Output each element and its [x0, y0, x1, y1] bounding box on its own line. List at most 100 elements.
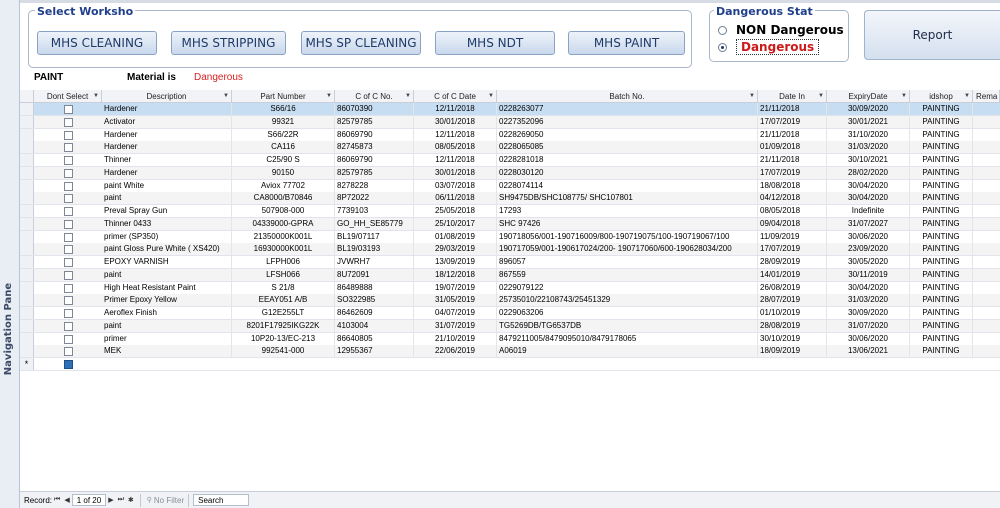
cell-expiry-date[interactable]: 31/07/2020: [827, 319, 910, 332]
cell-idshop[interactable]: PAINTING: [910, 243, 973, 256]
cell-date-in[interactable]: 26/08/2019: [758, 281, 827, 294]
cell-date-in[interactable]: 30/10/2019: [758, 332, 827, 345]
cell-cofc-date[interactable]: 08/05/2018: [414, 141, 497, 154]
dont-select-checkbox[interactable]: [64, 181, 73, 191]
cell-idshop[interactable]: PAINTING: [910, 268, 973, 281]
cell-idshop[interactable]: PAINTING: [910, 319, 973, 332]
cell-cofc-date[interactable]: 31/07/2019: [414, 319, 497, 332]
dont-select-checkbox[interactable]: [64, 309, 73, 318]
cell-part-number[interactable]: G12E255LT: [232, 307, 335, 319]
previous-record-icon[interactable]: ◀: [62, 496, 71, 504]
mhs-stripping-button[interactable]: MHS STRIPPING: [171, 31, 286, 55]
cell-cofc-date[interactable]: 21/10/2019: [414, 332, 497, 345]
cell-description[interactable]: Hardener: [102, 103, 232, 115]
cell-idshop[interactable]: PAINTING: [910, 256, 973, 268]
cell-cofc-no[interactable]: BL19/07117: [335, 230, 414, 243]
dont-select-checkbox[interactable]: [64, 219, 73, 229]
column-header-idshop[interactable]: idshop ▼: [910, 90, 973, 103]
cell-cofc-date[interactable]: 18/12/2018: [414, 268, 497, 281]
cell-idshop[interactable]: PAINTING: [910, 128, 973, 141]
cell-batch-no[interactable]: 17293: [497, 205, 758, 217]
cell-date-in[interactable]: 08/05/2018: [758, 205, 827, 217]
cell-idshop[interactable]: PAINTING: [910, 115, 973, 128]
table-row[interactable]: Preval Spray Gun 507908-000 7739103 25/05/2…: [20, 205, 1000, 218]
cell-description[interactable]: Hardener: [102, 166, 232, 179]
cell-expiry-date[interactable]: 30/04/2020: [827, 192, 910, 205]
dropdown-arrow-icon[interactable]: ▼: [326, 90, 332, 102]
cell-part-number[interactable]: 992541-000: [232, 345, 335, 358]
cell-cofc-date[interactable]: 13/09/2019: [414, 256, 497, 268]
cell-batch-no[interactable]: 0228263077: [497, 103, 758, 115]
cell-cofc-no[interactable]: 7739103: [335, 205, 414, 217]
column-header-remarks[interactable]: Rema: [973, 90, 1000, 103]
non-dangerous-option[interactable]: NON Dangerous: [718, 22, 844, 38]
dont-select-checkbox[interactable]: [64, 207, 73, 216]
table-row[interactable]: MEK 992541-000 12955367 22/06/2019 A06019 18/…: [20, 345, 1000, 359]
dont-select-checkbox[interactable]: [64, 168, 73, 178]
table-row[interactable]: paint CA8000/B70846 8P72022 06/11/2018 SH947…: [20, 192, 1000, 206]
cell-cofc-no[interactable]: 86070390: [335, 103, 414, 115]
cell-part-number[interactable]: 507908-000: [232, 205, 335, 217]
cell-idshop[interactable]: PAINTING: [910, 205, 973, 217]
row-selector[interactable]: [20, 128, 34, 141]
cell-batch-no[interactable]: 0228281018: [497, 154, 758, 166]
cell-cofc-date[interactable]: 30/01/2018: [414, 166, 497, 179]
dont-select-checkbox[interactable]: [64, 334, 73, 344]
row-selector[interactable]: [20, 281, 34, 294]
cell-date-in[interactable]: 21/11/2018: [758, 154, 827, 166]
cell-expiry-date[interactable]: 30/09/2020: [827, 307, 910, 319]
radio-selected-icon[interactable]: [718, 42, 727, 52]
cell-expiry-date[interactable]: 13/06/2021: [827, 345, 910, 358]
cell-cofc-no[interactable]: 86489888: [335, 281, 414, 294]
dont-select-checkbox[interactable]: [64, 347, 73, 357]
row-selector[interactable]: [20, 115, 34, 128]
cell-description[interactable]: primer (SP350): [102, 230, 232, 243]
cell-description[interactable]: Primer Epoxy Yellow: [102, 294, 232, 307]
cell-part-number[interactable]: EEAY051 A/B: [232, 294, 335, 307]
cell-part-number[interactable]: 8201F17925IKG22K: [232, 319, 335, 332]
cell-date-in[interactable]: 17/07/2019: [758, 166, 827, 179]
cell-description[interactable]: paint White: [102, 179, 232, 192]
dont-select-checkbox[interactable]: [64, 143, 73, 153]
dont-select-checkbox[interactable]: [64, 270, 73, 280]
cell-batch-no[interactable]: 0228074114: [497, 179, 758, 192]
cell-date-in[interactable]: 17/07/2019: [758, 115, 827, 128]
cell-cofc-date[interactable]: 22/06/2019: [414, 345, 497, 358]
cell-expiry-date[interactable]: 30/05/2020: [827, 256, 910, 268]
row-selector[interactable]: [20, 268, 34, 281]
row-selector[interactable]: [20, 230, 34, 243]
table-row[interactable]: paint White Aviox 77702 8278228 03/07/2018 0…: [20, 179, 1000, 193]
cell-date-in[interactable]: 14/01/2019: [758, 268, 827, 281]
dont-select-checkbox[interactable]: [64, 283, 73, 293]
column-header-part-number[interactable]: Part Number ▼: [232, 90, 335, 103]
table-row[interactable]: primer 10P20-13/EC-213 86640805 21/10/2019 8…: [20, 332, 1000, 346]
cell-description[interactable]: EPOXY VARNISH: [102, 256, 232, 268]
cell-idshop[interactable]: PAINTING: [910, 154, 973, 166]
cell-idshop[interactable]: PAINTING: [910, 103, 973, 115]
row-selector[interactable]: [20, 256, 34, 268]
cell-idshop[interactable]: PAINTING: [910, 307, 973, 319]
cell-expiry-date[interactable]: 30/01/2021: [827, 115, 910, 128]
row-selector[interactable]: [20, 345, 34, 358]
table-row[interactable]: Hardener S66/16 86070390 12/11/2018 02282630…: [20, 103, 1000, 116]
cell-batch-no[interactable]: A06019: [497, 345, 758, 358]
cell-description[interactable]: Preval Spray Gun: [102, 205, 232, 217]
cell-idshop[interactable]: PAINTING: [910, 332, 973, 345]
cell-idshop[interactable]: PAINTING: [910, 281, 973, 294]
cell-batch-no[interactable]: 0228065085: [497, 141, 758, 154]
cell-cofc-no[interactable]: 8U72091: [335, 268, 414, 281]
dont-select-checkbox[interactable]: [64, 156, 73, 165]
table-row[interactable]: paint Gloss Pure White ( XS420) 16930000K…: [20, 243, 1000, 257]
cell-expiry-date[interactable]: 30/04/2020: [827, 179, 910, 192]
cell-date-in[interactable]: 18/09/2019: [758, 345, 827, 358]
record-position-input[interactable]: 1 of 20: [71, 494, 107, 506]
cell-expiry-date[interactable]: 30/11/2019: [827, 268, 910, 281]
column-header-batch-no[interactable]: Batch No. ▼: [497, 90, 758, 103]
dropdown-arrow-icon[interactable]: ▼: [749, 90, 755, 102]
cell-expiry-date[interactable]: 30/06/2020: [827, 332, 910, 345]
first-record-icon[interactable]: ⏮: [52, 496, 62, 504]
table-row[interactable]: paint 8201F17925IKG22K 4103004 31/07/2019 TG…: [20, 319, 1000, 333]
cell-date-in[interactable]: 09/04/2018: [758, 217, 827, 230]
row-selector[interactable]: [20, 166, 34, 179]
cell-idshop[interactable]: PAINTING: [910, 192, 973, 205]
